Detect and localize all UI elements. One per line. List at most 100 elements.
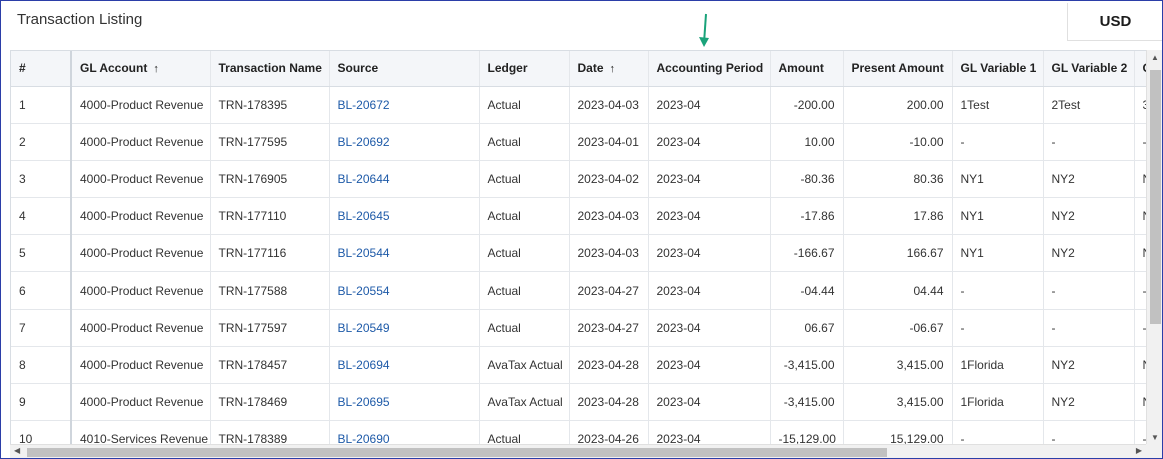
- table-cell: -17.86: [770, 197, 844, 236]
- table-cell: -: [952, 309, 1044, 347]
- table-body: 1 4000-Product Revenue TRN-178395 BL-20672 A…: [11, 86, 1162, 458]
- horizontal-scrollbar[interactable]: ◀ ▶: [10, 444, 1146, 458]
- table-cell: 2Test: [1043, 86, 1135, 124]
- column-header-8[interactable]: Present Amount: [843, 51, 953, 87]
- source-link[interactable]: BL-20692: [329, 123, 480, 161]
- table-cell: -10.00: [843, 123, 953, 161]
- table-cell: Actual: [479, 309, 570, 347]
- table-cell: 06.67: [770, 309, 844, 347]
- table-cell: 2: [11, 123, 72, 161]
- source-link[interactable]: BL-20644: [329, 160, 480, 199]
- table-cell: Actual: [479, 123, 570, 161]
- source-link[interactable]: BL-20554: [329, 271, 480, 310]
- column-header-6[interactable]: Accounting Period: [648, 51, 771, 87]
- table-cell: NY2: [1043, 383, 1135, 422]
- table-cell: 2023-04: [648, 86, 771, 124]
- table-cell: -: [952, 271, 1044, 310]
- table-cell: 2023-04-03: [569, 197, 649, 236]
- table-cell: NY2: [1043, 197, 1135, 236]
- table-cell: 166.67: [843, 234, 953, 273]
- transaction-grid: # GL Account ↑ Transaction Name Source Ledger…: [10, 50, 1162, 458]
- table-cell: 4000-Product Revenue: [71, 86, 211, 124]
- table-row[interactable]: 5 4000-Product Revenue TRN-177116 BL-20544 A…: [11, 234, 1162, 273]
- table-cell: TRN-178395: [210, 86, 330, 124]
- table-cell: 10.00: [770, 123, 844, 161]
- table-row[interactable]: 6 4000-Product Revenue TRN-177588 BL-20554 A…: [11, 271, 1162, 310]
- column-header-7[interactable]: Amount: [770, 51, 844, 87]
- table-row[interactable]: 1 4000-Product Revenue TRN-178395 BL-20672 A…: [11, 86, 1162, 124]
- table-cell: 2023-04-03: [569, 234, 649, 273]
- table-row[interactable]: 8 4000-Product Revenue TRN-178457 BL-20694 A…: [11, 346, 1162, 385]
- table-cell: 1Florida: [952, 346, 1044, 385]
- table-cell: 2023-04: [648, 197, 771, 236]
- column-header-3[interactable]: Source: [329, 51, 480, 87]
- scroll-up-icon[interactable]: ▲: [1151, 53, 1159, 62]
- column-header-label: Date: [577, 61, 604, 76]
- table-header: # GL Account ↑ Transaction Name Source Ledger…: [11, 51, 1162, 87]
- table-cell: TRN-178457: [210, 346, 330, 385]
- scroll-down-icon[interactable]: ▼: [1151, 433, 1159, 442]
- vertical-scroll-thumb[interactable]: [1150, 70, 1161, 324]
- table-cell: TRN-177116: [210, 234, 330, 273]
- horizontal-scroll-thumb[interactable]: [27, 448, 887, 457]
- table-cell: 5: [11, 234, 72, 273]
- column-header-label: GL Account: [80, 61, 148, 76]
- source-link[interactable]: BL-20694: [329, 346, 480, 385]
- column-header-4[interactable]: Ledger: [479, 51, 570, 87]
- table-cell: Actual: [479, 86, 570, 124]
- table-cell: 2023-04-01: [569, 123, 649, 161]
- table-cell: TRN-178469: [210, 383, 330, 422]
- table-row[interactable]: 4 4000-Product Revenue TRN-177110 BL-20645 A…: [11, 197, 1162, 236]
- column-header-1[interactable]: GL Account ↑: [71, 51, 211, 87]
- column-header-5[interactable]: Date ↑: [569, 51, 649, 87]
- table-cell: 4000-Product Revenue: [71, 160, 211, 199]
- table-cell: TRN-177110: [210, 197, 330, 236]
- table-cell: 1Test: [952, 86, 1044, 124]
- table-row[interactable]: 3 4000-Product Revenue TRN-176905 BL-20644 A…: [11, 160, 1162, 199]
- column-header-9[interactable]: GL Variable 1: [952, 51, 1044, 87]
- source-link[interactable]: BL-20645: [329, 197, 480, 236]
- table-cell: 4000-Product Revenue: [71, 197, 211, 236]
- scroll-right-icon[interactable]: ▶: [1136, 446, 1142, 455]
- scroll-left-icon[interactable]: ◀: [14, 446, 20, 455]
- table-row[interactable]: 7 4000-Product Revenue TRN-177597 BL-20549 A…: [11, 309, 1162, 347]
- sort-ascending-icon[interactable]: ↑: [153, 63, 159, 75]
- table-row[interactable]: 9 4000-Product Revenue TRN-178469 BL-20695 A…: [11, 383, 1162, 422]
- column-header-10[interactable]: GL Variable 2: [1043, 51, 1135, 87]
- source-link[interactable]: BL-20672: [329, 86, 480, 124]
- vertical-scrollbar[interactable]: ▲ ▼: [1146, 50, 1162, 445]
- table-cell: 2023-04: [648, 123, 771, 161]
- table-cell: 2023-04-27: [569, 271, 649, 310]
- table-cell: Actual: [479, 234, 570, 273]
- currency-selector[interactable]: USD: [1067, 3, 1162, 41]
- table-cell: NY2: [1043, 346, 1135, 385]
- table-cell: 1Florida: [952, 383, 1044, 422]
- table-cell: 2023-04: [648, 383, 771, 422]
- table-cell: -: [1043, 309, 1135, 347]
- sort-ascending-icon[interactable]: ↑: [610, 63, 616, 75]
- column-header-0[interactable]: #: [11, 51, 72, 87]
- table-cell: 3: [11, 160, 72, 199]
- column-header-label: Source: [337, 61, 379, 76]
- table-cell: 7: [11, 309, 72, 347]
- table-cell: 3,415.00: [843, 383, 953, 422]
- source-link[interactable]: BL-20544: [329, 234, 480, 273]
- column-header-2[interactable]: Transaction Name: [210, 51, 330, 87]
- table-cell: -80.36: [770, 160, 844, 199]
- table-cell: TRN-177588: [210, 271, 330, 310]
- source-link[interactable]: BL-20549: [329, 309, 480, 347]
- table-cell: -3,415.00: [770, 346, 844, 385]
- table-cell: 4000-Product Revenue: [71, 309, 211, 347]
- source-link[interactable]: BL-20695: [329, 383, 480, 422]
- table-row[interactable]: 2 4000-Product Revenue TRN-177595 BL-20692 A…: [11, 123, 1162, 161]
- table-cell: 17.86: [843, 197, 953, 236]
- table-cell: NY1: [952, 234, 1044, 273]
- table-cell: 1: [11, 86, 72, 124]
- transaction-table: # GL Account ↑ Transaction Name Source Ledger…: [11, 51, 1162, 458]
- table-cell: 2023-04: [648, 234, 771, 273]
- table-cell: -06.67: [843, 309, 953, 347]
- column-header-label: Present Amount: [851, 61, 944, 76]
- table-cell: 2023-04: [648, 346, 771, 385]
- table-cell: 9: [11, 383, 72, 422]
- table-cell: 4000-Product Revenue: [71, 383, 211, 422]
